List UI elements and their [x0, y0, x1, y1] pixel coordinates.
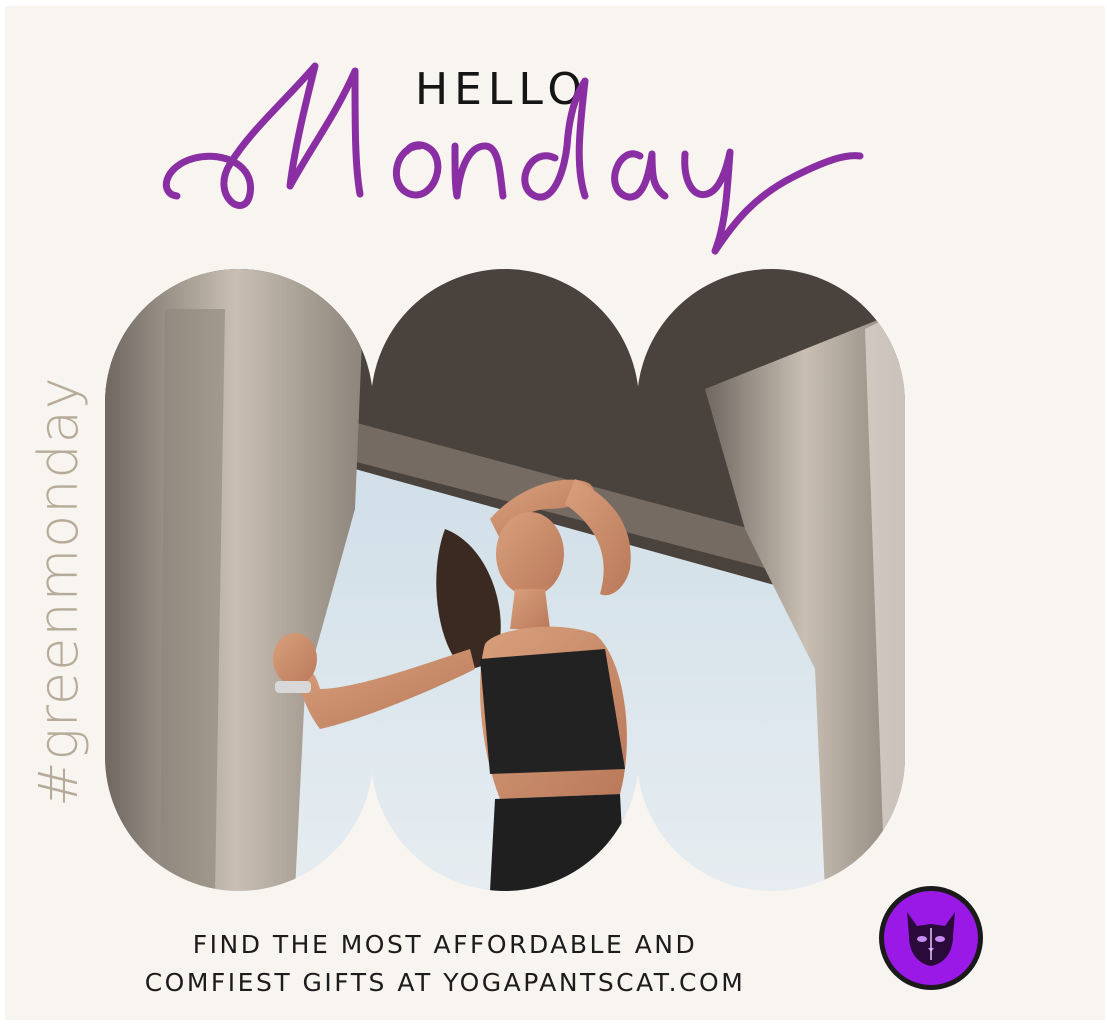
monday-script-artwork: [163, 62, 864, 255]
hashtag-text: #greenmonday: [26, 375, 90, 807]
footer-line-1: FIND THE MOST AFFORDABLE AND: [192, 930, 698, 959]
promo-card: HELLO #greenmonday FIND THE MOST AFFORDA…: [5, 6, 1105, 1020]
hashtag-vertical: #greenmonday: [13, 375, 103, 807]
photo-collage: [105, 269, 905, 891]
yoga-pants-cat-logo[interactable]: [877, 884, 985, 992]
footer-tagline: FIND THE MOST AFFORDABLE AND COMFIEST GI…: [125, 926, 765, 1002]
footer-line-2: COMFIEST GIFTS AT YOGAPANTSCAT.COM: [144, 968, 746, 997]
